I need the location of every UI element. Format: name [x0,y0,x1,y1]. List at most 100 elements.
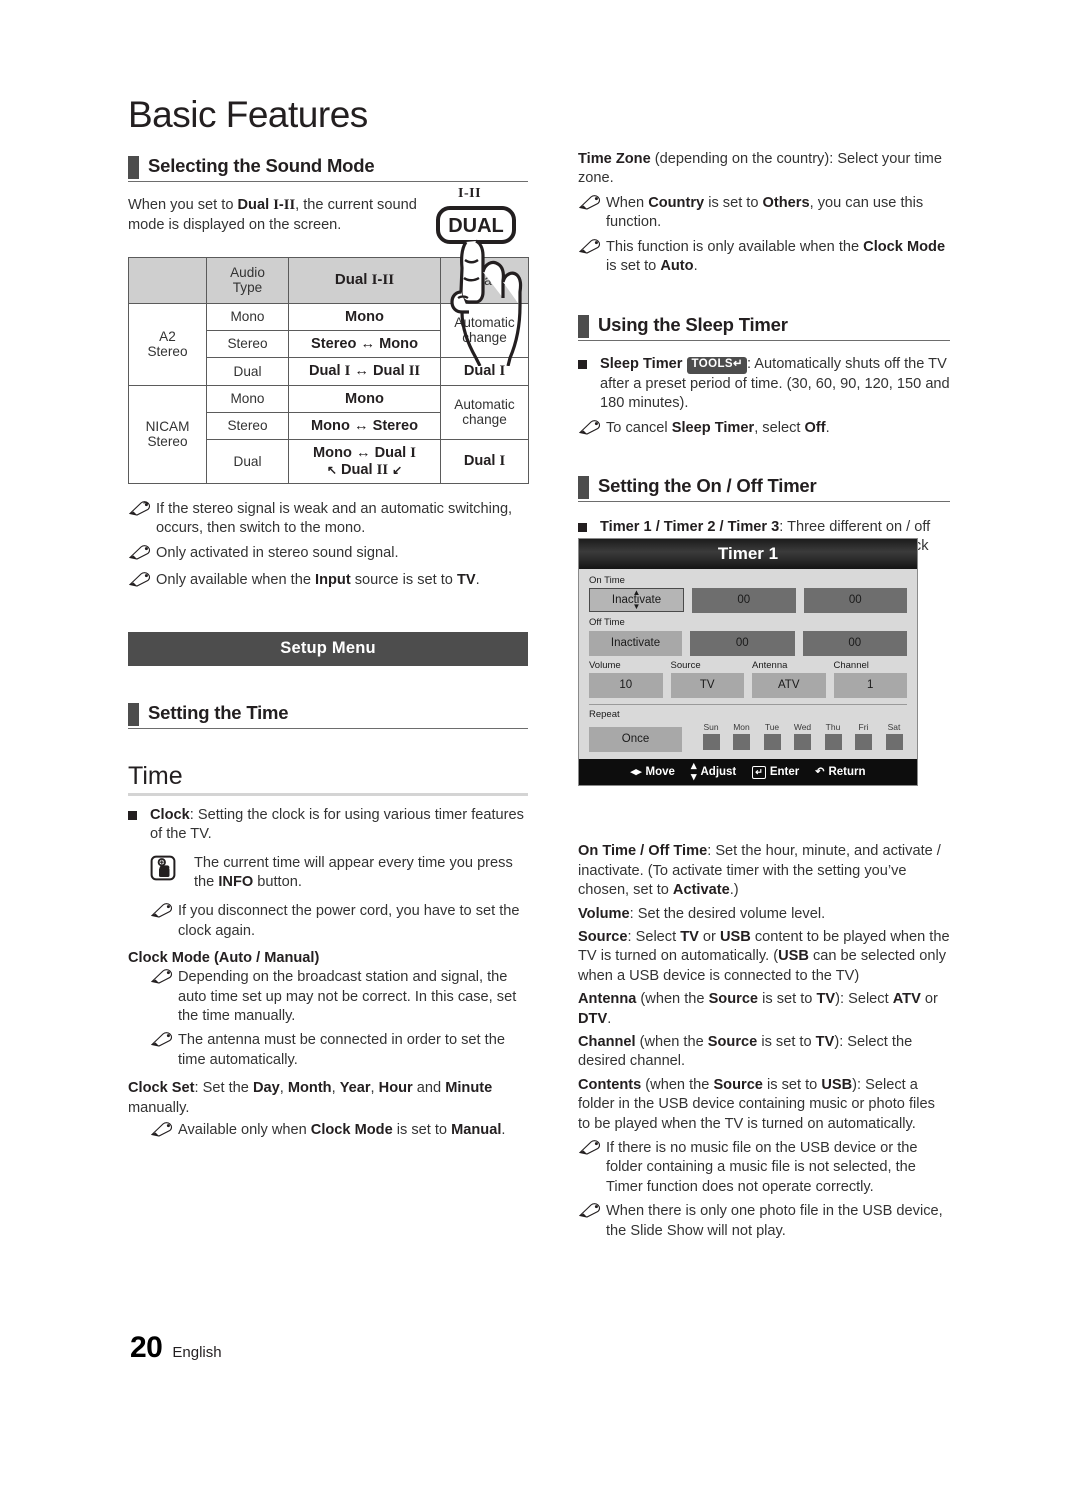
osd-on-time-hour-field[interactable]: 00 [692,588,796,614]
day-checkbox[interactable] [702,734,720,751]
tz-n2-e: . [693,258,698,275]
note-text: If the stereo signal is weak and an auto… [156,500,513,537]
clock-set-note-a: Available only when [178,1122,311,1139]
antenna-text-d: or [920,991,938,1008]
osd-day-sat[interactable]: Sat [881,721,907,751]
osd-hint-enter-label: Enter [769,766,800,779]
osd-antenna-label: Antenna [752,659,788,671]
contents-text-b: is set to [762,1076,822,1093]
osd-off-time-hour-field[interactable]: 00 [690,630,795,656]
osd-hint-move: ◂▸ Move [631,766,675,778]
cell-type: Dual [206,357,289,386]
up-down-arrow-icon: ▴ ▾ [690,760,697,784]
square-bullet-icon [578,518,600,533]
info-note-text: The current time will appear every time … [194,854,528,893]
enter-key-icon: ↵ [752,765,766,779]
up-arrow-icon: ▲ [632,588,641,598]
tools-chip-label: TOOLS [691,358,733,371]
osd-day-fri[interactable]: Fri [851,722,877,751]
source-usb: USB [719,928,751,945]
clock-mode-subhead: Clock Mode (Auto / Manual) [128,950,320,967]
day-label: Thu [825,721,841,732]
clock-set-paragraph: Clock Set: Set the Day, Month, Year, Hou… [128,1080,493,1116]
st-n-b: Sleep Timer [671,419,755,436]
day-checkbox[interactable] [885,734,903,751]
day-checkbox[interactable] [824,734,842,751]
osd-day-thu[interactable]: Thu [820,721,846,751]
cell-dual: Mono [288,302,441,331]
page-number: 20 [130,1331,163,1364]
time-heading: Time [128,761,183,790]
cell-type: Dual [206,439,289,484]
clock-set-note: Available only when Clock Mode is set to… [128,1121,528,1143]
clock-bullet: Clock: Setting the clock is for using va… [128,806,528,845]
clock-set-minute: Minute [445,1080,493,1097]
dual-key-superscript: I-II [458,186,482,201]
sleep-timer-section: Using the Sleep Timer [578,314,950,342]
osd-source-label: Source [670,659,701,671]
osd-antenna-field[interactable]: ATV [752,673,826,699]
time-zone-note-2: This function is only available when the… [556,238,950,277]
day-label: Sat [887,721,901,732]
day-checkbox[interactable] [794,734,811,751]
antenna-paragraph: Antenna (when the Source is set to TV): … [578,990,950,1029]
osd-off-time-state-field[interactable]: Inactivate [589,630,682,656]
intro-text-a: When you set to [128,197,238,213]
heading-accent-bar [128,702,139,726]
section-heading-setting-time: Setting the Time [128,702,528,726]
pencil-icon [150,1121,176,1143]
osd-hint-move-label: Move [645,766,675,779]
channel-text-a: (when the [635,1033,708,1050]
note-text: Available only when Clock Mode is set to… [178,1121,528,1140]
pencil-icon [578,238,604,260]
note-text: If you disconnect the power cord, you ha… [178,903,520,939]
day-checkbox[interactable] [733,734,750,751]
osd-source-field[interactable]: TV [670,673,744,699]
dual-key-svg: DUAL [436,206,523,367]
page-footer: 20 English [130,1331,222,1365]
osd-on-time-minute-field[interactable]: 00 [803,588,907,614]
pencil-icon [128,500,154,522]
osd-volume-field[interactable]: 10 [589,673,663,699]
heading-rule [578,501,950,503]
osd-day-sun[interactable]: Sun [698,722,724,751]
day-checkbox[interactable] [855,734,872,751]
osd-quad-row: 10 TV ATV 1 [589,673,907,699]
volume-paragraph: Volume: Set the desired volume level. [578,905,950,924]
pencil-icon [150,968,176,990]
osd-on-time-row: ▲ Inactivate ▼ 00 00 [589,588,907,614]
cell-default: Dual I [440,439,529,484]
day-label: Mon [733,721,750,732]
ontime-text-b: .) [729,882,739,899]
day-checkbox[interactable] [763,734,781,751]
osd-body: On Time ▲ Inactivate ▼ 00 00 Off Time In… [579,569,917,753]
section-heading-sleep-timer: Using the Sleep Timer [578,314,950,339]
down-arrow-icon: ▼ [632,602,641,612]
osd-channel-field[interactable]: 1 [833,673,907,699]
info-note-c: button. [253,874,302,891]
time-zone-label: Time Zone [578,151,651,167]
clock-set-label: Clock Set [128,1080,195,1097]
osd-quad-labels: Volume Source Antenna Channel [589,659,907,673]
osd-day-tue[interactable]: Tue [759,722,785,751]
osd-day-wed[interactable]: Wed [790,722,816,751]
sleep-timer-bullet: Sleep Timer TOOLS↵: Automatically shuts … [578,355,950,413]
cell-dual: Mono ↔ Stereo [288,411,441,441]
volume-text: : Set the desired volume level. [629,905,826,922]
th-audio-type: Audio Type [206,257,289,304]
osd-off-time-minute-field[interactable]: 00 [802,630,907,656]
osd-day-mon[interactable]: Mon [729,721,755,751]
note-text: Only available when the Input source is … [156,572,480,589]
cell-group-a2: A2 Stereo [128,302,207,386]
tz-n2-d: Auto [660,258,694,275]
antenna-text-c: ): Select [835,991,893,1008]
clock-set-note-d: Manual [451,1122,502,1139]
antenna-text-e: . [607,1010,612,1027]
osd-repeat-field[interactable]: Once [589,727,682,753]
pencil-icon [128,571,154,593]
cell-type: Mono [206,302,289,331]
cell-dual: Mono [288,384,441,413]
osd-hint-enter: ↵ Enter [752,765,800,779]
osd-on-time-state-field[interactable]: ▲ Inactivate ▼ [589,588,684,613]
note-item: Only activated in stereo sound signal. [128,544,528,566]
